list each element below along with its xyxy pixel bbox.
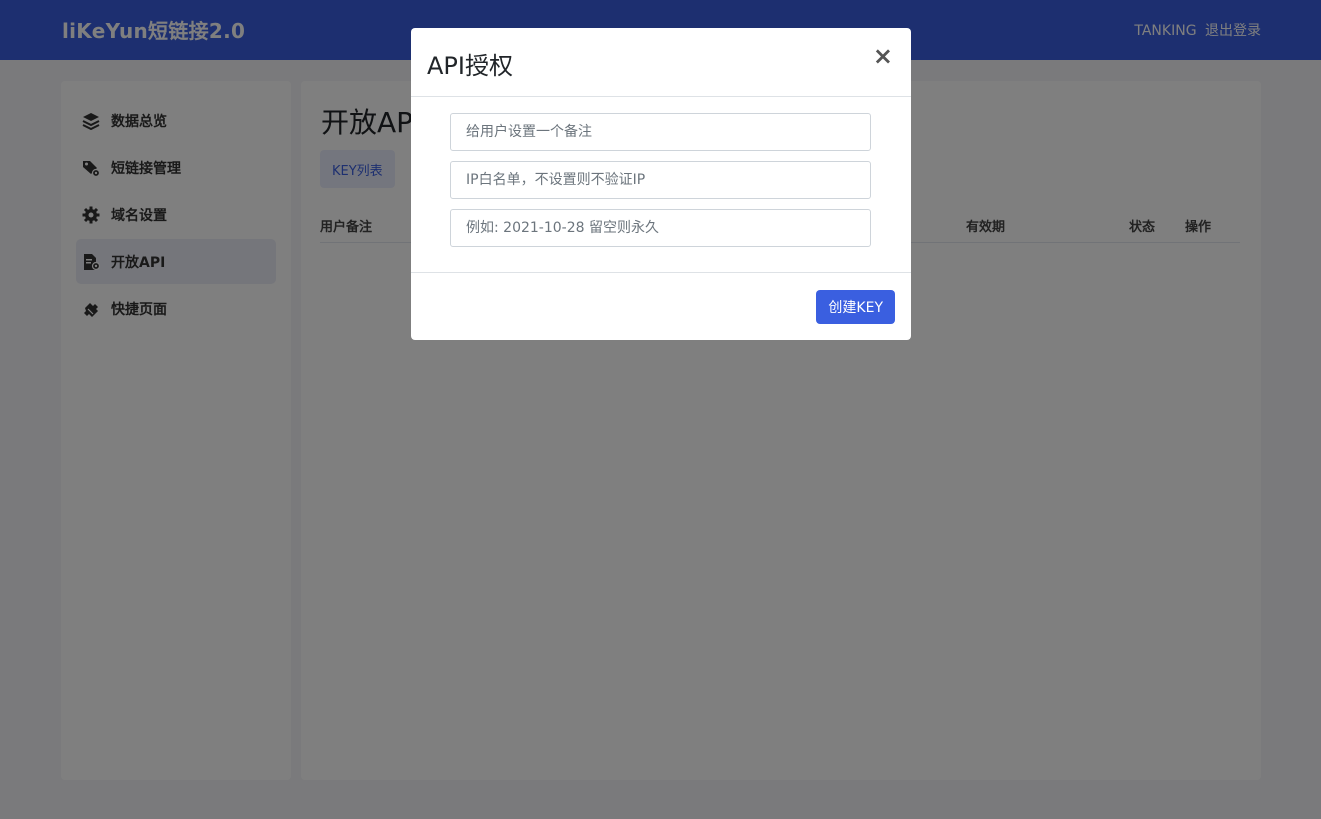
modal-header: API授权 × [411, 28, 911, 97]
remark-input[interactable] [450, 113, 871, 151]
ip-whitelist-input[interactable] [450, 161, 871, 199]
api-auth-modal: API授权 × 创建KEY [411, 28, 911, 340]
expire-date-input[interactable] [450, 209, 871, 247]
modal-footer: 创建KEY [411, 273, 911, 339]
modal-title: API授权 [427, 52, 513, 80]
create-key-button[interactable]: 创建KEY [816, 290, 895, 324]
modal-body [411, 97, 911, 273]
close-icon[interactable]: × [873, 44, 893, 68]
